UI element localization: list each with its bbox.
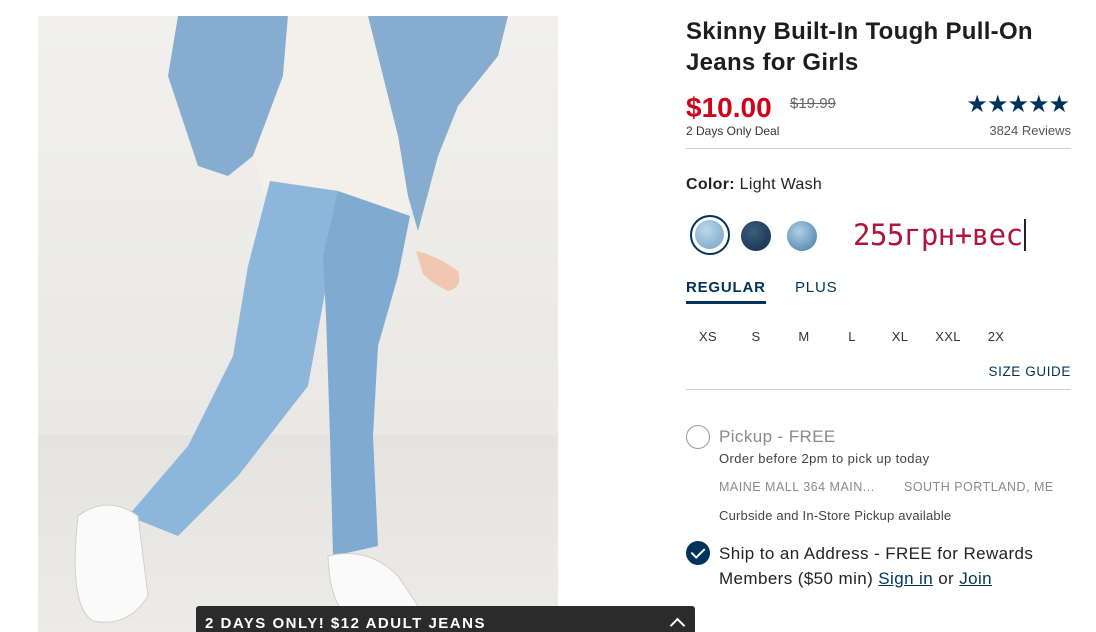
pickup-city: SOUTH PORTLAND, ME xyxy=(904,480,1054,494)
tab-plus[interactable]: PLUS xyxy=(795,279,837,301)
fit-tabs: REGULAR PLUS xyxy=(686,276,1071,310)
size-xxl[interactable]: XXL xyxy=(926,329,970,344)
size-l[interactable]: L xyxy=(830,329,874,344)
sign-in-link[interactable]: Sign in xyxy=(878,569,933,588)
pickup-store[interactable]: MAINE MALL 364 MAIN... xyxy=(719,480,875,494)
product-image[interactable] xyxy=(38,16,558,632)
swatch-light-wash[interactable] xyxy=(690,215,730,255)
sale-price: $10.00 xyxy=(686,92,772,123)
product-info-panel: Skinny Built-In Tough Pull-On Jeans for … xyxy=(686,16,1071,591)
star-rating-icon: ★★★★★ xyxy=(966,91,1070,118)
tab-regular[interactable]: REGULAR xyxy=(686,279,766,304)
ship-option[interactable]: Ship to an Address - FREE for Rewards Me… xyxy=(686,541,1071,591)
size-xs[interactable]: XS xyxy=(686,329,730,344)
promo-banner[interactable]: 2 DAYS ONLY! $12 ADULT JEANS xyxy=(196,606,695,632)
size-s[interactable]: S xyxy=(734,329,778,344)
pickup-title: Pickup - FREE xyxy=(719,427,836,446)
color-label: Color: Light Wash xyxy=(686,176,1071,194)
size-guide-link[interactable]: SIZE GUIDE xyxy=(686,364,1071,389)
text-cursor xyxy=(1023,219,1026,251)
reviews-link[interactable]: 3824 Reviews xyxy=(989,123,1071,138)
promo-text: 2 DAYS ONLY! $12 ADULT JEANS xyxy=(205,615,486,632)
rating-stars[interactable]: ★★★★★ xyxy=(966,90,1070,119)
chevron-up-icon[interactable] xyxy=(669,617,686,632)
price-annotation[interactable]: 255грн+вес xyxy=(853,218,1026,252)
swatch-fill xyxy=(695,220,724,249)
divider xyxy=(686,389,1071,390)
size-m[interactable]: M xyxy=(782,329,826,344)
pickup-subtitle: Order before 2pm to pick up today xyxy=(719,451,930,466)
join-link[interactable]: Join xyxy=(959,569,992,588)
color-label-title: Color: xyxy=(686,176,735,193)
deal-label: 2 Days Only Deal xyxy=(686,124,780,138)
check-icon[interactable] xyxy=(686,541,710,565)
ship-or: or xyxy=(933,569,960,588)
original-price: $19.99 xyxy=(790,95,836,112)
divider xyxy=(686,148,1071,149)
product-title: Skinny Built-In Tough Pull-On Jeans for … xyxy=(686,18,1033,76)
color-swatches: 255грн+вес xyxy=(686,194,1071,268)
pickup-radio[interactable] xyxy=(686,425,710,449)
price-row: $10.00 $19.99 2 Days Only Deal ★★★★★ 382… xyxy=(686,88,1071,148)
swatch-dark-wash[interactable] xyxy=(741,221,771,251)
annotation-text: 255грн+вес xyxy=(853,218,1023,252)
swatch-medium-wash[interactable] xyxy=(787,221,817,251)
size-xl[interactable]: XL xyxy=(878,329,922,344)
color-value: Light Wash xyxy=(739,176,823,193)
size-2x[interactable]: 2X xyxy=(974,329,1018,344)
model-illustration xyxy=(74,16,508,624)
pickup-note: Curbside and In-Store Pickup available xyxy=(719,508,952,523)
ship-text: Ship to an Address - FREE for Rewards Me… xyxy=(719,541,1071,591)
pickup-option[interactable]: Pickup - FREE Order before 2pm to pick u… xyxy=(686,425,1071,537)
size-selector: XS S M L XL XXL 2X xyxy=(686,322,1071,360)
